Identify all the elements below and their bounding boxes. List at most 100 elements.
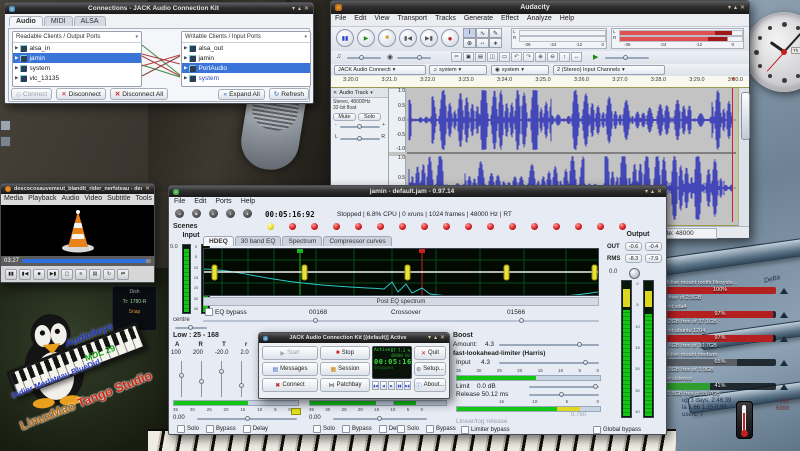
- menu-item[interactable]: File: [174, 198, 185, 205]
- scene-led[interactable]: [597, 223, 604, 230]
- tool-button[interactable]: ⊕: [463, 38, 476, 48]
- transport-button[interactable]: ▮▮: [336, 29, 354, 47]
- vlc-control-button[interactable]: ≡: [75, 269, 87, 280]
- checkbox-delay[interactable]: Delay: [243, 425, 268, 433]
- maximize-icon[interactable]: ▴: [734, 5, 737, 11]
- minimize-icon[interactable]: ▾: [428, 335, 431, 341]
- scene-led[interactable]: [289, 223, 296, 230]
- port-item-system[interactable]: ▶system: [13, 63, 141, 73]
- track-name[interactable]: Audio Track: [339, 90, 368, 96]
- tool-button[interactable]: I: [463, 28, 476, 38]
- chevron-down-icon[interactable]: ▾: [370, 90, 373, 96]
- edit-tool-button[interactable]: ↷: [523, 52, 534, 62]
- tab[interactable]: Audio: [9, 16, 43, 26]
- refresh-button[interactable]: ↻Refresh: [269, 88, 309, 100]
- scrollbar-thumb[interactable]: [741, 92, 750, 140]
- transport-button[interactable]: ▮◀: [399, 29, 417, 47]
- limiter-release-slider[interactable]: [529, 394, 599, 396]
- connect-button[interactable]: ◇Connect: [11, 88, 52, 100]
- session-button[interactable]: ▦Session: [320, 362, 370, 376]
- low-slider[interactable]: [221, 361, 222, 397]
- transport-button[interactable]: ●: [441, 29, 459, 47]
- scene-led[interactable]: [509, 223, 516, 230]
- recording-meter[interactable]: L R -36-24-120: [611, 28, 744, 49]
- scene-led[interactable]: [553, 223, 560, 230]
- menu-item[interactable]: Subtitle: [107, 195, 130, 202]
- transport-button[interactable]: ●: [243, 209, 252, 218]
- connections-tabs[interactable]: AudioMIDIALSA: [9, 16, 107, 26]
- scene-led[interactable]: [619, 223, 626, 230]
- close-icon[interactable]: ✕: [740, 5, 745, 11]
- checkbox-bypass[interactable]: Bypass: [206, 425, 236, 433]
- stop-button[interactable]: ■Stop: [320, 346, 370, 360]
- qjackctl-transport[interactable]: ▮◀◀▶▮▮▶▮: [372, 381, 411, 390]
- port-item-system[interactable]: ▶system: [182, 73, 310, 83]
- menu-item[interactable]: Media: [4, 195, 23, 202]
- vlc-control-button[interactable]: ▶▮: [47, 269, 59, 280]
- transport-toolbar[interactable]: ▮▮▶■▮◀▶▮●: [336, 29, 459, 47]
- limiter-input-slider[interactable]: [499, 362, 599, 364]
- eject-icon[interactable]: [780, 312, 788, 318]
- low-slider[interactable]: [241, 361, 242, 397]
- menu-item[interactable]: Edit: [194, 198, 206, 205]
- disk-widget-2[interactable]: mnt sda497%5.2GB free of 37.1GB: [644, 304, 800, 328]
- output-volume-slider[interactable]: [347, 57, 381, 59]
- solo-button[interactable]: Solo: [358, 113, 381, 121]
- checkbox-bypass[interactable]: Bypass: [426, 425, 456, 433]
- checkbox-solo[interactable]: Solo: [397, 425, 419, 433]
- transport-button[interactable]: ◀: [380, 381, 387, 390]
- tab[interactable]: 30 band EQ: [235, 236, 282, 246]
- edit-tool-button[interactable]: ↔: [571, 52, 582, 62]
- jamin-titlebar[interactable]: jamin - default.jam - 0.97.14 ▾▴✕: [169, 186, 666, 197]
- waveform-left-channel[interactable]: [407, 88, 737, 152]
- checkbox-solo[interactable]: Solo: [177, 425, 199, 433]
- menu-item[interactable]: Generate: [464, 15, 493, 22]
- edit-tool-button[interactable]: ✂: [451, 52, 462, 62]
- disconnect-all-button[interactable]: ✕Disconnect All: [110, 88, 168, 100]
- menu-item[interactable]: Audio: [61, 195, 79, 202]
- about-button[interactable]: ⓘAbout...: [414, 378, 446, 392]
- menu-item[interactable]: Help: [560, 15, 574, 22]
- maximize-icon[interactable]: ▴: [651, 189, 654, 195]
- mute-button[interactable]: Mute: [333, 113, 356, 121]
- disk-widget-4[interactable]: lib live mount medium65%1.3GB free of 3.…: [644, 352, 800, 376]
- tab[interactable]: Spectrum: [282, 236, 322, 246]
- expander-icon[interactable]: ▶: [184, 75, 187, 81]
- vlc-menubar[interactable]: MediaPlaybackAudioVideoSubtitleTools: [4, 195, 152, 202]
- input-device-select[interactable]: ◉system▾: [491, 65, 549, 75]
- tab[interactable]: HDEQ: [203, 236, 234, 246]
- connect-button[interactable]: ✖Connect: [262, 378, 318, 392]
- checkbox-solo[interactable]: Solo: [313, 425, 335, 433]
- edit-tool-button[interactable]: ▤: [475, 52, 486, 62]
- edit-tool-button[interactable]: ◫: [487, 52, 498, 62]
- minimize-icon[interactable]: ▾: [292, 6, 295, 12]
- disk-widget-3[interactable]: mnt ubuntu 120497%2.6GB free of 30.7GB: [644, 328, 800, 352]
- transport-button[interactable]: ▮◀: [372, 381, 379, 390]
- input-volume-slider[interactable]: [397, 57, 431, 59]
- tools-toolbar[interactable]: I∿✎⊕↔∗: [463, 28, 505, 48]
- vlc-controls[interactable]: ▮▮▮◀■▶▮▢≡▤↻⇄: [1, 266, 154, 282]
- centre-slider[interactable]: [175, 327, 207, 329]
- scene-led[interactable]: [355, 223, 362, 230]
- jamin-menubar[interactable]: FileEditPortsHelp: [174, 198, 255, 205]
- edit-tool-button[interactable]: ⊖: [547, 52, 558, 62]
- transport-button[interactable]: ▶▮: [420, 29, 438, 47]
- jamin-tabs[interactable]: HDEQ30 band EQSpectrumCompressor curves: [203, 236, 393, 246]
- gain-slider[interactable]: - +: [335, 122, 385, 132]
- menu-item[interactable]: Video: [84, 195, 102, 202]
- scene-led[interactable]: [531, 223, 538, 230]
- edit-tool-button[interactable]: ↶: [511, 52, 522, 62]
- disk-widget-1[interactable]: lib live mount rootfs filesyste...100%0 …: [644, 280, 800, 304]
- edit-tool-button[interactable]: ▣: [463, 52, 474, 62]
- port-item-alsa_out[interactable]: ▶alsa_out: [182, 43, 310, 53]
- edit-tool-button[interactable]: ↕: [559, 52, 570, 62]
- menu-item[interactable]: Edit: [354, 15, 366, 22]
- minimize-icon[interactable]: ▾: [645, 189, 648, 195]
- expander-icon[interactable]: ▶: [184, 55, 187, 61]
- playhead-marker-icon[interactable]: ▼: [730, 77, 736, 83]
- transport-button[interactable]: ■: [378, 29, 396, 47]
- chevron-down-icon[interactable]: ▾: [135, 34, 138, 40]
- disk-widget-5[interactable]: persistence41%32.5GB free of 55.7GB: [644, 376, 800, 400]
- maximize-icon[interactable]: ▴: [434, 335, 437, 341]
- vlc-titlebar[interactable]: descocosauvemeut_blandit_rider_nerfsteau…: [1, 184, 154, 194]
